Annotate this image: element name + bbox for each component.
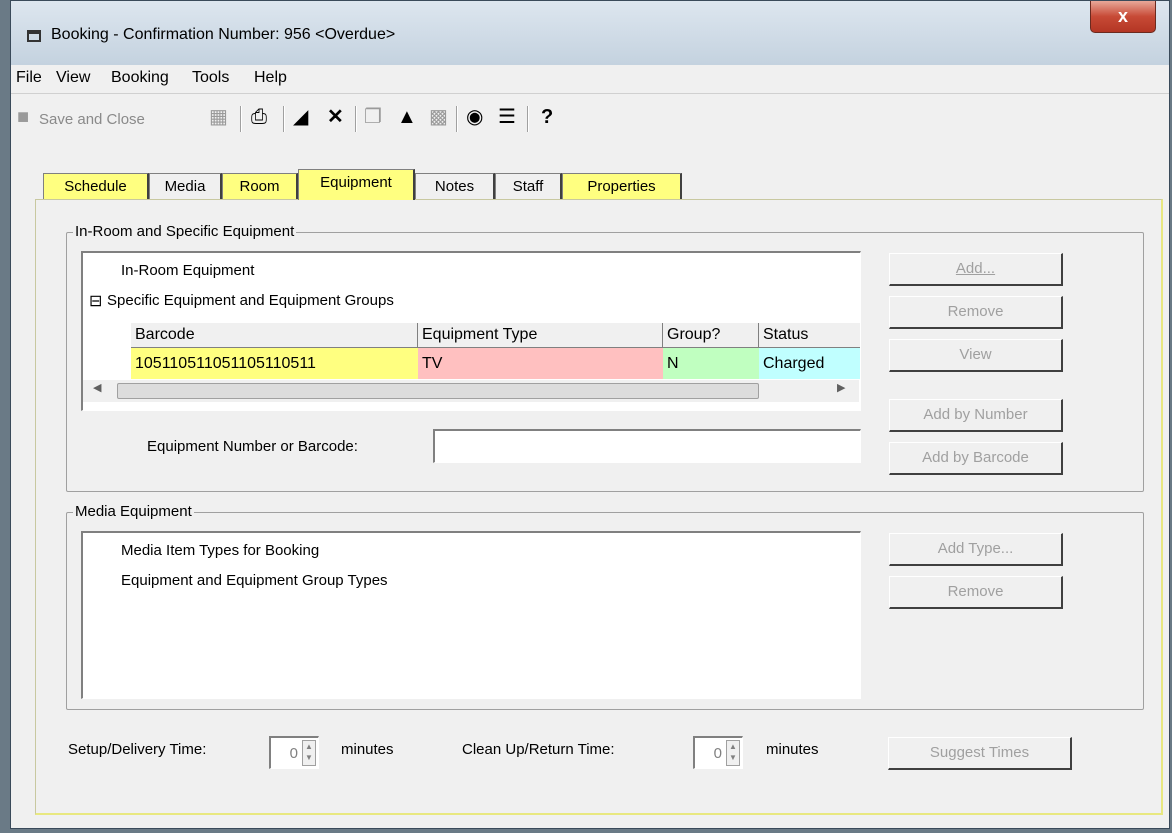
view-button[interactable]: View — [889, 339, 1063, 372]
suggest-times-button[interactable]: Suggest Times — [888, 737, 1072, 770]
toolbar-separator — [283, 106, 285, 132]
add-button[interactable]: Add... — [889, 253, 1063, 286]
setup-time-label: Setup/Delivery Time: — [68, 741, 207, 758]
setup-time-spinner[interactable]: 0 ▲ ▼ — [269, 736, 319, 769]
tab-staff[interactable]: Staff — [495, 173, 562, 199]
equipment-tab-panel: In-Room and Specific Equipment In-Room E… — [35, 199, 1163, 815]
media-group-title: Media Equipment — [73, 503, 194, 520]
cleanup-minutes-label: minutes — [766, 741, 819, 758]
toolbar-separator — [240, 106, 242, 132]
add-type-button[interactable]: Add Type... — [889, 533, 1063, 566]
tab-properties[interactable]: Properties — [562, 173, 682, 199]
in-room-tree[interactable]: In-Room Equipment ⊟ Specific Equipment a… — [81, 251, 861, 411]
horizontal-scrollbar[interactable]: ◀ ▶ — [83, 380, 859, 402]
media-tree[interactable]: Media Item Types for Booking Equipment a… — [81, 531, 861, 699]
in-room-group: In-Room and Specific Equipment In-Room E… — [66, 223, 1144, 492]
toolbar-separator — [355, 106, 357, 132]
spinner-arrows-icon[interactable]: ▲ ▼ — [302, 740, 316, 766]
equipment-number-input[interactable] — [433, 429, 861, 463]
tab-media[interactable]: Media — [149, 173, 222, 199]
cleanup-time-value: 0 — [713, 745, 722, 762]
equipment-number-label: Equipment Number or Barcode: — [147, 438, 358, 455]
delete-icon[interactable]: ✕ — [327, 106, 344, 128]
tab-room[interactable]: Room — [222, 173, 298, 199]
media-remove-button[interactable]: Remove — [889, 576, 1063, 609]
menu-file[interactable]: File — [16, 69, 42, 87]
print-icon[interactable]: ⎙ — [251, 106, 267, 128]
collapse-icon[interactable]: ⊟ — [89, 291, 102, 311]
cleanup-time-label: Clean Up/Return Time: — [462, 741, 615, 758]
menu-help[interactable]: Help — [254, 69, 287, 87]
setup-minutes-label: minutes — [341, 741, 394, 758]
column-header-barcode[interactable]: Barcode — [131, 323, 418, 348]
cell-barcode[interactable]: 105110511051105110511 — [131, 348, 418, 379]
tab-schedule[interactable]: Schedule — [43, 173, 149, 199]
menu-view[interactable]: View — [56, 69, 90, 87]
cell-status[interactable]: Charged — [759, 348, 860, 379]
close-button[interactable]: x — [1090, 1, 1156, 33]
column-header-equipment-type[interactable]: Equipment Type — [418, 323, 663, 348]
remove-button[interactable]: Remove — [889, 296, 1063, 329]
help-icon[interactable]: ? — [541, 106, 553, 128]
cleanup-time-spinner[interactable]: 0 ▲ ▼ — [693, 736, 743, 769]
title-bar[interactable]: Booking - Confirmation Number: 956 <Over… — [11, 1, 1169, 65]
menu-booking[interactable]: Booking — [111, 69, 169, 87]
copy-icon[interactable]: ❐ — [364, 106, 382, 128]
in-room-group-title: In-Room and Specific Equipment — [73, 223, 297, 240]
tree-item-equipment-group-types[interactable]: Equipment and Equipment Group Types — [121, 572, 388, 589]
tab-notes[interactable]: Notes — [415, 173, 495, 199]
save-icon: ■ — [17, 106, 30, 128]
spinner-arrows-icon[interactable]: ▲ ▼ — [726, 740, 740, 766]
tree-item-specific-equipment[interactable]: Specific Equipment and Equipment Groups — [107, 292, 394, 309]
cell-equipment-type[interactable]: TV — [418, 348, 663, 379]
clipboard-icon[interactable]: ▩ — [429, 106, 448, 128]
setup-time-value: 0 — [289, 745, 298, 762]
save-disk-icon[interactable]: ▦ — [209, 106, 228, 128]
list-icon[interactable]: ☰ — [498, 106, 516, 128]
save-and-close-label: Save and Close — [39, 111, 145, 128]
briefcase-icon[interactable]: ▲ — [397, 106, 417, 128]
booking-window: Booking - Confirmation Number: 956 <Over… — [10, 0, 1170, 829]
add-by-number-button[interactable]: Add by Number — [889, 399, 1063, 432]
toolbar-separator — [527, 106, 529, 132]
move-icon[interactable]: ◢ — [293, 106, 308, 128]
media-group: Media Equipment Media Item Types for Boo… — [66, 503, 1144, 710]
add-by-barcode-button[interactable]: Add by Barcode — [889, 442, 1063, 475]
window-title: Booking - Confirmation Number: 956 <Over… — [51, 26, 396, 43]
tree-item-media-types[interactable]: Media Item Types for Booking — [121, 542, 319, 559]
scroll-thumb[interactable] — [117, 383, 759, 399]
column-header-status[interactable]: Status — [759, 323, 860, 348]
toolbar-separator — [456, 106, 458, 132]
window-icon — [27, 30, 41, 42]
toolbar: ■ Save and Close ▦ ⎙ ◢ ✕ ❐ ▲ ▩ ◉ ☰ ? — [11, 93, 1169, 138]
column-header-group[interactable]: Group? — [663, 323, 759, 348]
cell-group[interactable]: N — [663, 348, 759, 379]
tree-item-in-room[interactable]: In-Room Equipment — [121, 262, 254, 279]
tab-equipment[interactable]: Equipment — [298, 169, 415, 200]
menu-tools[interactable]: Tools — [192, 69, 229, 87]
menu-bar: File View Booking Tools Help — [11, 65, 1169, 93]
scroll-left-icon[interactable]: ◀ — [93, 381, 101, 394]
scroll-right-icon[interactable]: ▶ — [837, 381, 845, 394]
add-label: Add... — [955, 260, 996, 277]
binoculars-icon[interactable]: ◉ — [466, 106, 483, 128]
